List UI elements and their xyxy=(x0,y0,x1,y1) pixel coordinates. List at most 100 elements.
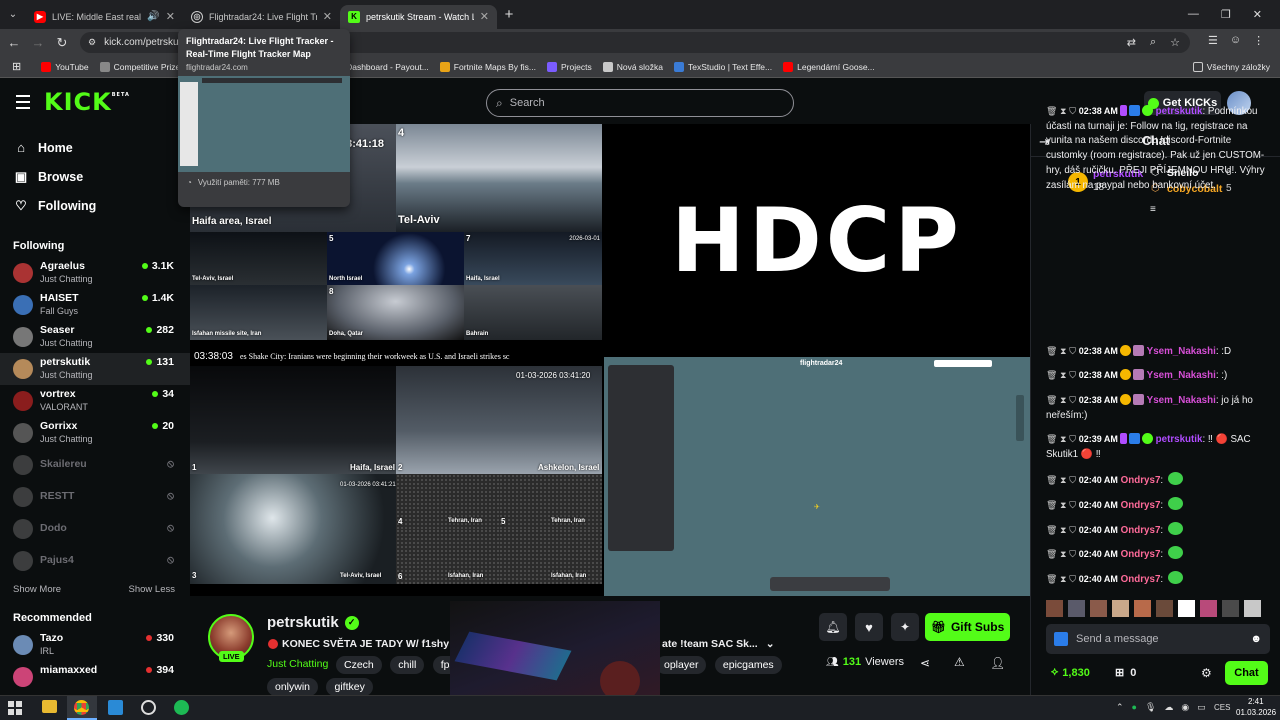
clock-time[interactable]: 2:41 xyxy=(1248,697,1264,706)
delete-message-icon[interactable]: 🗑︎ xyxy=(1046,370,1057,380)
message-username[interactable]: Ondrys7 xyxy=(1121,525,1161,536)
tab-youtube[interactable]: ▶ LIVE: Middle East real-time 🔊 ✕ xyxy=(26,5,183,29)
chat-input[interactable]: Send a message ☻ xyxy=(1046,624,1270,654)
zoom-icon[interactable]: ⌕ xyxy=(1150,36,1156,49)
sidebar-channel-recommended[interactable]: miamaxxed 394 xyxy=(0,661,190,693)
network-icon[interactable]: ☁ xyxy=(1164,702,1173,713)
ban-icon[interactable]: ⛉ xyxy=(1069,395,1076,405)
timeout-icon[interactable]: ⧗ xyxy=(1060,395,1066,405)
timeout-icon[interactable]: ⧗ xyxy=(1060,106,1066,116)
close-window-icon[interactable]: ✕ xyxy=(1253,8,1262,21)
gifts-balance[interactable]: ⊞ 0 xyxy=(1115,666,1136,680)
timeout-icon[interactable]: ⧗ xyxy=(1060,549,1066,559)
sidebar-item-home[interactable]: ⌂ Home xyxy=(0,133,190,162)
report-icon[interactable]: ⚠ xyxy=(954,655,965,669)
ban-icon[interactable]: ⛉ xyxy=(1069,346,1076,356)
tab-flightradar[interactable]: ◎ Flightradar24: Live Flight Tr ✕ xyxy=(183,5,340,29)
ban-icon[interactable]: ⛉ xyxy=(1069,370,1076,380)
tag-chip[interactable]: chill xyxy=(390,656,425,674)
message-username[interactable]: Ondrys7 xyxy=(1121,574,1161,585)
spotify-icon[interactable] xyxy=(174,700,189,715)
message-username[interactable]: petrskutik xyxy=(1156,106,1203,117)
close-tab-icon[interactable]: ✕ xyxy=(480,10,489,23)
extensions-icon[interactable]: ☰ xyxy=(1208,34,1218,47)
back-icon[interactable]: ← xyxy=(2,35,26,50)
message-username[interactable]: Ondrys7 xyxy=(1121,475,1161,486)
ban-icon[interactable]: ⛉ xyxy=(1069,525,1076,535)
tag-chip[interactable]: epicgames xyxy=(714,656,782,674)
delete-message-icon[interactable]: 🗑︎ xyxy=(1046,549,1057,559)
sidebar-channel[interactable]: vortrex VALORANT 34 xyxy=(0,385,190,417)
apps-icon[interactable]: ⊞ xyxy=(12,60,21,73)
message-username[interactable]: Ondrys7 xyxy=(1121,500,1161,511)
file-explorer-icon[interactable] xyxy=(42,700,57,713)
sidebar-channel[interactable]: petrskutik Just Chatting 131 xyxy=(0,353,190,385)
forward-icon[interactable]: → xyxy=(26,35,50,50)
restore-icon[interactable]: ❐ xyxy=(1221,8,1231,21)
new-tab-button[interactable]: + xyxy=(497,6,521,23)
timeout-icon[interactable]: ⧗ xyxy=(1060,525,1066,535)
app-icon[interactable] xyxy=(141,700,156,715)
message-username[interactable]: petrskutik xyxy=(1156,434,1203,445)
tab-kick[interactable]: K petrskutik Stream - Watch Live ✕ xyxy=(340,4,497,29)
chat-settings-icon[interactable]: ⚙ xyxy=(1201,666,1212,680)
follow-button[interactable]: ♥ xyxy=(855,613,883,641)
site-info-icon[interactable]: ⚙ xyxy=(88,37,96,48)
sidebar-channel-offline[interactable]: RESTT ⦸ xyxy=(0,481,190,513)
chrome-taskbar-button[interactable] xyxy=(67,696,97,720)
language-indicator[interactable]: CES xyxy=(1214,703,1230,712)
sidebar-channel-offline[interactable]: Skailereu ⦸ xyxy=(0,449,190,481)
sidebar-channel[interactable]: HAISET Fall Guys 1.4K xyxy=(0,289,190,321)
sidebar-item-browse[interactable]: ▣ Browse xyxy=(0,162,190,191)
bookmark-item[interactable]: Nová složka xyxy=(602,61,663,72)
user-settings-icon[interactable]: 👤︎ xyxy=(990,656,1005,670)
sidebar-channel[interactable]: Gorrixx Just Chatting 20 xyxy=(0,417,190,449)
category-link[interactable]: Just Chatting xyxy=(267,658,328,670)
translate-icon[interactable]: ⇄ xyxy=(1127,36,1136,49)
sidebar-item-following[interactable]: ♡ Following xyxy=(0,191,190,220)
delete-message-icon[interactable]: 🗑︎ xyxy=(1046,106,1057,116)
kick-logo[interactable]: KICKBETA xyxy=(44,88,130,116)
send-chat-button[interactable]: Chat xyxy=(1225,661,1268,685)
tag-chip[interactable]: oplayer xyxy=(656,656,707,674)
delete-message-icon[interactable]: 🗑︎ xyxy=(1046,525,1057,535)
kicks-balance[interactable]: ⟡ 1,830 xyxy=(1051,666,1090,679)
timeout-icon[interactable]: ⧗ xyxy=(1060,370,1066,380)
ban-icon[interactable]: ⛉ xyxy=(1069,574,1076,584)
bookmark-item[interactable]: Projects xyxy=(546,61,592,72)
delete-message-icon[interactable]: 🗑︎ xyxy=(1046,434,1057,444)
all-bookmarks[interactable]: Všechny záložky xyxy=(1192,61,1270,72)
message-username[interactable]: Ysem_Nakashi xyxy=(1147,346,1216,357)
bookmark-item[interactable]: Legendární Goose... xyxy=(783,61,875,72)
sidebar-channel[interactable]: Agraelus Just Chatting 3.1K xyxy=(0,257,190,289)
reload-icon[interactable]: ↻ xyxy=(50,35,74,51)
expand-title-icon[interactable]: ⌄ xyxy=(766,638,775,650)
bookmark-item[interactable]: Fortnite Maps By fis... xyxy=(439,61,536,72)
profile-icon[interactable]: ☺ xyxy=(1230,34,1241,47)
minimize-icon[interactable]: — xyxy=(1188,8,1199,21)
tag-chip[interactable]: Czech xyxy=(336,656,382,674)
message-username[interactable]: Ysem_Nakashi xyxy=(1147,395,1216,406)
ban-icon[interactable]: ⛉ xyxy=(1069,500,1076,510)
timeout-icon[interactable]: ⧗ xyxy=(1060,434,1066,444)
streamer-name[interactable]: petrskutik ✓ xyxy=(267,614,359,631)
ban-icon[interactable]: ⛉ xyxy=(1069,475,1076,485)
ban-icon[interactable]: ⛉ xyxy=(1069,434,1076,444)
speaker-icon[interactable]: 🔊 xyxy=(147,11,159,22)
gift-subs-button[interactable]: 🎁︎ Gift Subs xyxy=(925,613,1010,641)
delete-message-icon[interactable]: 🗑︎ xyxy=(1046,475,1057,485)
timeout-icon[interactable]: ⧗ xyxy=(1060,574,1066,584)
notifications-button[interactable]: 🔔︎ xyxy=(819,613,847,641)
mic-icon[interactable]: 🎙︎ xyxy=(1145,702,1156,713)
sidebar-channel-offline[interactable]: Pajus4 ⦸ xyxy=(0,545,190,577)
message-username[interactable]: Ondrys7 xyxy=(1121,549,1161,560)
delete-message-icon[interactable]: 🗑︎ xyxy=(1046,500,1057,510)
sidebar-channel-recommended[interactable]: Tazo IRL 330 xyxy=(0,629,190,661)
timeout-icon[interactable]: ⧗ xyxy=(1060,475,1066,485)
bookmark-item[interactable]: YouTube xyxy=(41,61,89,72)
tag-chip[interactable]: giftkey xyxy=(326,678,373,696)
ban-icon[interactable]: ⛉ xyxy=(1069,549,1076,559)
kick-emotes-icon[interactable] xyxy=(1054,632,1068,646)
expand-leaderboard-icon[interactable]: ≡ xyxy=(1150,204,1156,215)
tab-search-button[interactable]: ⌄ xyxy=(0,9,26,20)
